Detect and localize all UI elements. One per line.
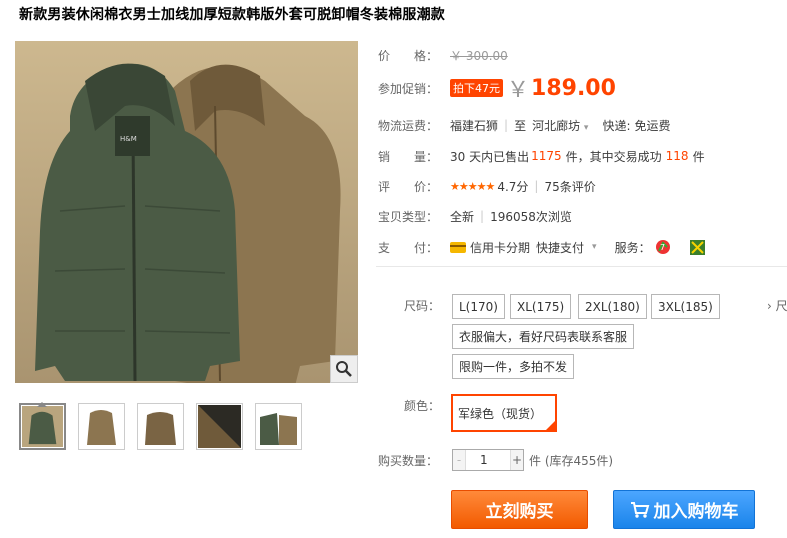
- thumbnail-1[interactable]: [19, 402, 66, 450]
- size-option-xl[interactable]: XL(175): [510, 294, 572, 319]
- size-option-3xl[interactable]: 3XL(185): [651, 294, 720, 319]
- quantity-input[interactable]: [466, 450, 510, 470]
- sales-mid: 件，其中交易成功: [565, 149, 662, 164]
- thumbnail-image: [22, 406, 63, 447]
- rating-label: 评 价：: [378, 179, 439, 194]
- sales-row: 销 量： 30 天内已售出 1175 件，其中交易成功 118 件: [378, 147, 705, 165]
- success-count: 118: [665, 149, 689, 163]
- thumbnail-3[interactable]: [137, 403, 184, 450]
- section-divider: [376, 266, 787, 267]
- sold-count: 1175: [531, 149, 562, 163]
- guarantee-icon[interactable]: [689, 239, 705, 255]
- quantity-increase-button[interactable]: +: [510, 450, 523, 470]
- quantity-label: 购买数量：: [378, 454, 439, 468]
- size-option-2xl[interactable]: 2XL(180): [578, 294, 647, 319]
- size-option-l[interactable]: L(170): [452, 294, 505, 319]
- color-option-army-green[interactable]: 军绿色（现货）: [451, 394, 557, 432]
- view-count: 196058次浏览: [490, 209, 572, 224]
- price-row: 价 格： ￥ 300.00: [378, 46, 508, 64]
- size-chart-link[interactable]: › 尺: [767, 297, 787, 314]
- type-row: 宝贝类型： 全新 | 196058次浏览: [378, 207, 572, 225]
- svg-text:H&M: H&M: [120, 135, 137, 143]
- promo-tag: 拍下47元: [450, 79, 503, 97]
- payment-row: 支 付： 信用卡分期 快捷支付 ▾ 服务： 7: [378, 238, 705, 256]
- stock-info: 件 (库存455件): [529, 454, 614, 468]
- express-label: 快递:: [602, 118, 631, 133]
- add-to-cart-button[interactable]: 加入购物车: [613, 490, 755, 529]
- seven-day-return-icon[interactable]: 7: [655, 239, 671, 255]
- service-label: 服务：: [614, 240, 651, 255]
- sales-label: 销 量：: [378, 149, 439, 164]
- sales-suffix: 件: [692, 149, 705, 164]
- divider: |: [534, 179, 539, 193]
- ship-to-select[interactable]: 河北廊坊 ▾: [532, 117, 588, 134]
- thumbnail-5[interactable]: [255, 403, 302, 450]
- ship-to-label: 至: [514, 118, 527, 133]
- product-main-image[interactable]: H&M: [15, 41, 358, 383]
- chevron-down-icon[interactable]: ▾: [592, 242, 597, 252]
- fast-pay[interactable]: 快捷支付: [536, 239, 584, 256]
- thumbnail-image: [80, 405, 123, 448]
- payment-label: 支 付：: [378, 240, 439, 255]
- star-rating-icon: ★★★★★: [450, 179, 495, 193]
- sales-prefix: 30 天内已售出: [450, 149, 530, 164]
- thumbnail-image: [198, 405, 241, 448]
- price-label: 价 格：: [378, 48, 439, 63]
- ship-from: 福建石狮: [450, 118, 499, 133]
- credit-installment[interactable]: 信用卡分期: [470, 239, 530, 256]
- cart-icon: [630, 501, 649, 518]
- divider: |: [480, 209, 485, 223]
- size-note-1[interactable]: 衣服偏大，看好尺码表联系客服: [452, 324, 635, 349]
- quantity-stepper: - +: [452, 449, 524, 471]
- yen-symbol: ￥: [507, 78, 530, 103]
- buy-now-label: 立刻购买: [485, 502, 554, 522]
- promo-row: 参加促销： 拍下47元 ￥ 189.00: [378, 75, 616, 104]
- shipping-label: 物流运费：: [378, 118, 439, 133]
- promo-price: 189.00: [531, 75, 616, 101]
- express-value: 免运费: [634, 118, 671, 133]
- type-label: 宝贝类型：: [378, 209, 439, 224]
- condition: 全新: [450, 209, 475, 224]
- thumbnail-2[interactable]: [78, 403, 125, 450]
- shipping-row: 物流运费： 福建石狮 | 至 河北廊坊 ▾ 快递: 免运费: [378, 116, 671, 134]
- thumbnail-4[interactable]: [196, 403, 243, 450]
- quantity-decrease-button[interactable]: -: [453, 450, 466, 470]
- svg-text:7: 7: [660, 243, 665, 252]
- jacket-illustration: H&M: [15, 41, 358, 383]
- rating-row: 评 价： ★★★★★ 4.7分 | 75条评价: [378, 177, 596, 195]
- chevron-down-icon: ▾: [583, 122, 589, 133]
- color-label: 颜色：: [404, 399, 441, 413]
- thumbnail-strip: [19, 402, 302, 450]
- product-title: 新款男装休闲棉衣男士加线加厚短款韩版外套可脱卸帽冬装棉服潮款: [19, 7, 445, 23]
- credit-card-icon: [450, 241, 466, 253]
- review-link[interactable]: 75条评价: [544, 178, 595, 195]
- ship-to: 河北廊坊: [532, 118, 581, 133]
- divider: |: [504, 118, 509, 132]
- promo-label: 参加促销：: [378, 81, 439, 96]
- buy-now-button[interactable]: 立刻购买: [451, 490, 588, 529]
- zoom-button[interactable]: [330, 355, 358, 383]
- size-label: 尺码：: [404, 299, 441, 313]
- thumbnail-image: [139, 405, 182, 448]
- magnifier-icon: [336, 361, 352, 377]
- rating-score: 4.7分: [497, 179, 529, 194]
- thumbnail-image: [257, 405, 300, 448]
- add-to-cart-label: 加入购物车: [653, 502, 739, 522]
- original-price: ￥ 300.00: [450, 48, 508, 63]
- size-note-2[interactable]: 限购一件，多拍不发: [452, 354, 575, 379]
